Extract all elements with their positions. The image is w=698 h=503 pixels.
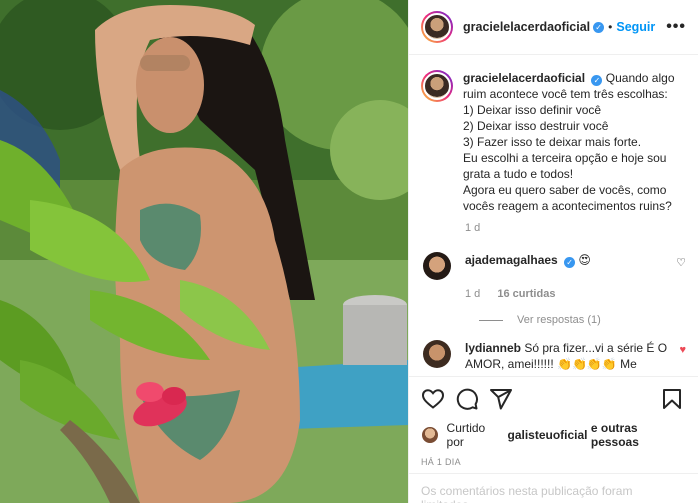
post-header: gracielelacerdaoficial ✓ • Seguir ••• [409, 0, 698, 55]
post-actions: Curtido por galisteuoficial e outras pes… [409, 376, 698, 473]
comment-like-heart-icon[interactable]: ♡ [676, 256, 686, 269]
header-separator: • [608, 20, 613, 34]
comment-liked-heart-icon[interactable]: ♥ [679, 344, 686, 356]
view-replies-label: Ver respostas (1) [517, 314, 601, 326]
caption-line: 3) Fazer isso te deixar mais forte. [463, 135, 642, 149]
comment-age[interactable]: 1 d [465, 288, 480, 300]
caption-line: 1) Deixar isso definir você [463, 103, 602, 117]
caption-line: 2) Deixar isso destruir você [463, 119, 609, 133]
comment-username[interactable]: ajademagalhaes [465, 253, 558, 267]
replies-divider [479, 319, 503, 321]
comment-text: 😍 [578, 253, 591, 267]
comments-limited-notice: Os comentários nesta publicação foram li… [409, 473, 698, 503]
verified-icon: ✓ [593, 21, 605, 33]
caption-line: Agora eu quero saber de vocês, como você… [463, 183, 672, 213]
follow-button[interactable]: Seguir [616, 20, 655, 34]
verified-icon: ✓ [564, 257, 576, 268]
comment-likes[interactable]: 16 curtidas [497, 288, 555, 300]
caption-age[interactable]: 1 d [465, 222, 686, 234]
heart-icon[interactable] [421, 387, 445, 411]
liked-by-user[interactable]: galisteuoficial [507, 428, 587, 442]
comment-item: lydianneb Só pra fizer...vi a série É O … [421, 340, 686, 372]
comment-avatar[interactable] [423, 340, 451, 368]
post-side-panel: gracielelacerdaoficial ✓ • Seguir ••• gr… [408, 0, 698, 503]
comment-body: lydianneb Só pra fizer...vi a série É O … [465, 340, 679, 372]
liked-by-suffix[interactable]: e outras pessoas [591, 421, 686, 449]
liked-by-prefix: Curtido por [446, 421, 486, 449]
comment-avatar[interactable] [423, 252, 451, 280]
verified-icon: ✓ [591, 75, 603, 86]
comments-section[interactable]: gracielelacerdaoficial ✓ Quando algo rui… [409, 56, 698, 376]
caption-line: Eu escolhi a terceira opção e hoje sou g… [463, 151, 667, 181]
caption-avatar[interactable] [421, 70, 453, 102]
post-photo[interactable] [0, 0, 408, 503]
comment-body: ajademagalhaes ✓ 😍 [465, 252, 676, 268]
liked-by-avatar[interactable] [421, 426, 439, 444]
comment-icon[interactable] [455, 387, 479, 411]
author-avatar[interactable] [421, 11, 453, 43]
caption-username[interactable]: gracielelacerdaoficial [463, 71, 585, 85]
view-replies-button[interactable]: Ver respostas (1) [479, 314, 686, 326]
post-time[interactable]: HÁ 1 DIA [421, 457, 686, 467]
comment-username[interactable]: lydianneb [465, 341, 521, 355]
caption-text: gracielelacerdaoficial ✓ Quando algo rui… [463, 70, 683, 214]
caption: gracielelacerdaoficial ✓ Quando algo rui… [421, 70, 686, 214]
action-icons [421, 383, 686, 415]
post-photo-illustration [0, 0, 408, 503]
author-username[interactable]: gracielelacerdaoficial [463, 20, 590, 34]
share-icon[interactable] [489, 387, 513, 411]
liked-by: Curtido por galisteuoficial e outras pes… [421, 421, 686, 449]
bookmark-icon[interactable] [660, 387, 684, 411]
comment-meta: 1 d 16 curtidas [465, 288, 686, 300]
more-options-icon[interactable]: ••• [666, 18, 686, 36]
comment-item: ajademagalhaes ✓ 😍 ♡ [421, 252, 686, 280]
